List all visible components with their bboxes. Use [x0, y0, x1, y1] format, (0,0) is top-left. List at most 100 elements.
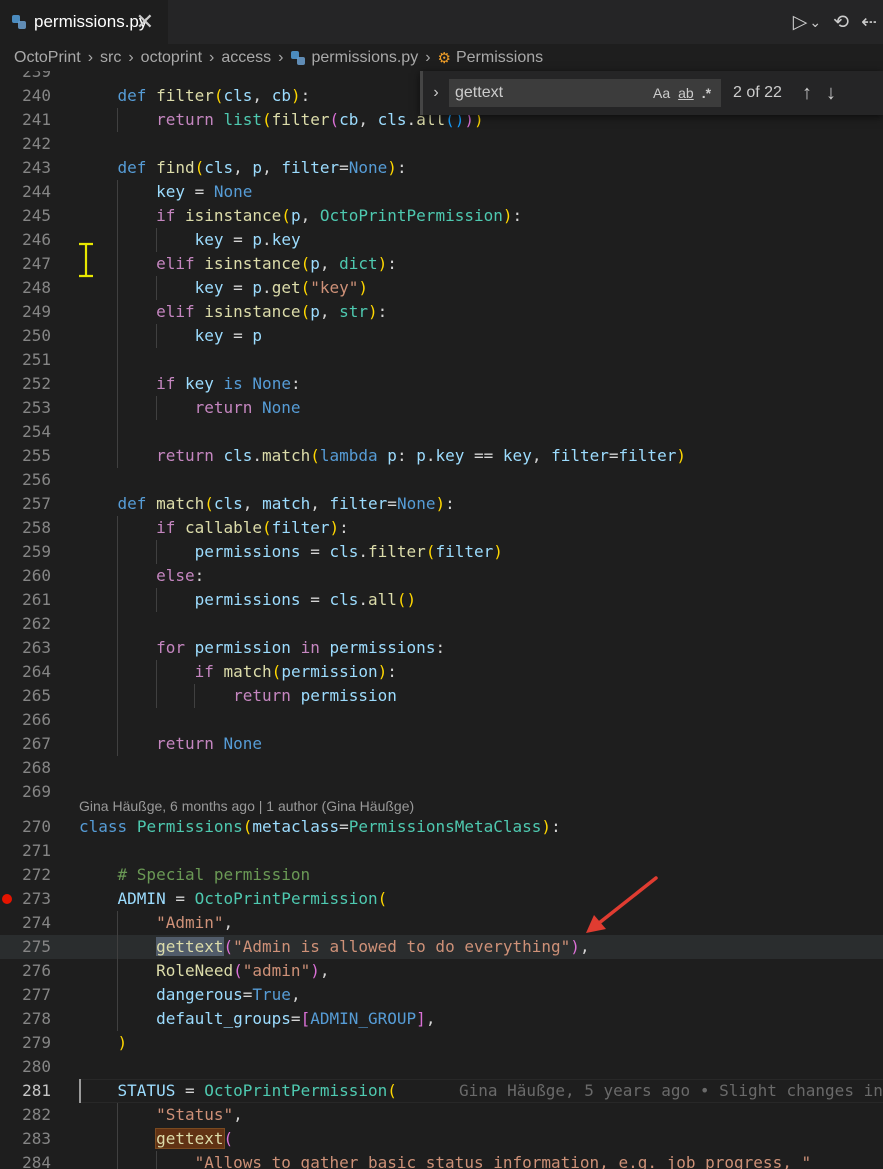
- regex-icon[interactable]: .*: [702, 85, 711, 101]
- code-text: if key is None:: [156, 374, 301, 393]
- code-line: 255 return cls.match(lambda p: p.key == …: [0, 444, 883, 468]
- code-line: 271: [0, 839, 883, 863]
- code-line: 262: [0, 612, 883, 636]
- line-number: 272: [22, 865, 51, 884]
- code-line: 265 return permission: [0, 684, 883, 708]
- code-text: # Special permission: [117, 865, 311, 884]
- code-line: 267 return None: [0, 732, 883, 756]
- code-text: key = None: [156, 182, 253, 201]
- code-text: key = p: [194, 326, 263, 345]
- chevron-right-icon: ›: [128, 48, 134, 66]
- match-case-icon[interactable]: Aa: [653, 85, 670, 101]
- close-icon[interactable]: ✕: [136, 9, 154, 35]
- toggle-replace-icon[interactable]: ›: [425, 84, 447, 102]
- line-number: 266: [22, 710, 51, 729]
- breadcrumb-octoprint[interactable]: OctoPrint: [14, 49, 81, 67]
- code-text: if isinstance(p, OctoPrintPermission):: [156, 206, 523, 225]
- line-number: 246: [22, 230, 51, 249]
- class-icon: ⚙: [437, 49, 451, 67]
- code-line: 250 key = p: [0, 324, 883, 348]
- code-line: 257 def match(cls, match, filter=None):: [0, 492, 883, 516]
- breadcrumb-permissions-py[interactable]: permissions.py: [312, 49, 419, 67]
- line-number: 259: [22, 542, 51, 561]
- line-number: 262: [22, 614, 51, 633]
- line-number: 260: [22, 566, 51, 585]
- match-whole-word-icon[interactable]: ab: [678, 85, 694, 101]
- breadcrumb-permissions-class[interactable]: Permissions: [456, 49, 543, 67]
- breadcrumb-access[interactable]: access: [221, 49, 271, 67]
- line-number: 271: [22, 841, 51, 860]
- code-text: "Status",: [156, 1105, 243, 1124]
- line-number: 274: [22, 913, 51, 932]
- code-line: 273 ADMIN = OctoPrintPermission(: [0, 887, 883, 911]
- go-back-icon[interactable]: ⇠: [861, 11, 877, 34]
- line-number: 243: [22, 158, 51, 177]
- line-number: 265: [22, 686, 51, 705]
- code-text: ): [117, 1033, 128, 1052]
- code-line: 274 "Admin",: [0, 911, 883, 935]
- code-text: "Allows to gather basic status informati…: [194, 1153, 812, 1169]
- run-icon[interactable]: ▷: [793, 11, 808, 34]
- line-number: 275: [22, 937, 51, 956]
- find-input-box: Aa ab .*: [449, 79, 721, 107]
- line-number: 273: [22, 889, 51, 908]
- code-line: 272 # Special permission: [0, 863, 883, 887]
- line-number: 263: [22, 638, 51, 657]
- code-line: 263 for permission in permissions:: [0, 636, 883, 660]
- line-number: 240: [22, 86, 51, 105]
- match-count: 2 of 22: [733, 84, 782, 101]
- code-text: dangerous=True,: [156, 985, 301, 1004]
- breadcrumb-octoprint-pkg[interactable]: octoprint: [141, 49, 202, 67]
- line-number: 270: [22, 817, 51, 836]
- code-line: 270 class Permissions(metaclass=Permissi…: [0, 815, 883, 839]
- chevron-right-icon: ›: [87, 48, 94, 66]
- python-file-icon: [12, 15, 26, 29]
- line-number: 247: [22, 254, 51, 273]
- code-line: 242: [0, 132, 883, 156]
- line-number: 255: [22, 446, 51, 465]
- code-line: 252 if key is None:: [0, 372, 883, 396]
- code-line: 251: [0, 348, 883, 372]
- line-number: 244: [22, 182, 51, 201]
- code-line: 248 key = p.get("key"): [0, 276, 883, 300]
- line-number: 253: [22, 398, 51, 417]
- code-line: 283 gettext(: [0, 1127, 883, 1151]
- annotation-arrow-icon: [586, 876, 658, 933]
- code-line: 282 "Status",: [0, 1103, 883, 1127]
- code-editor[interactable]: 239 240 def filter(cls, cb): 241 return …: [0, 71, 883, 1169]
- tab-permissions-py[interactable]: permissions.py ✕: [0, 0, 168, 44]
- find-widget: › Aa ab .* 2 of 22 ↑ ↓: [420, 71, 883, 115]
- code-text: RoleNeed("admin"),: [156, 961, 330, 980]
- code-line: 259 permissions = cls.filter(filter): [0, 540, 883, 564]
- code-text: if match(permission):: [194, 662, 397, 681]
- code-line: 258 if callable(filter):: [0, 516, 883, 540]
- line-number: 242: [22, 134, 51, 153]
- code-line: 266: [0, 708, 883, 732]
- line-number: 269: [22, 782, 51, 801]
- find-input[interactable]: [455, 84, 645, 102]
- line-number: 284: [22, 1153, 51, 1169]
- breadcrumb-src[interactable]: src: [100, 49, 121, 67]
- line-number: 258: [22, 518, 51, 537]
- previous-match-icon[interactable]: ↑: [802, 82, 812, 105]
- line-number: 257: [22, 494, 51, 513]
- code-line: 246 key = p.key: [0, 228, 883, 252]
- line-number: 256: [22, 470, 51, 489]
- code-line: 276 RoleNeed("admin"),: [0, 959, 883, 983]
- code-line: 277 dangerous=True,: [0, 983, 883, 1007]
- line-number: 278: [22, 1009, 51, 1028]
- line-number: 252: [22, 374, 51, 393]
- code-line: 268: [0, 756, 883, 780]
- code-line: 275 gettext("Admin is allowed to do ever…: [0, 935, 883, 959]
- code-text: key = p.get("key"): [194, 278, 369, 297]
- line-number: 249: [22, 302, 51, 321]
- timeline-icon[interactable]: ⟲: [833, 11, 849, 34]
- line-number: 281: [22, 1081, 51, 1100]
- next-match-icon[interactable]: ↓: [826, 82, 836, 105]
- chevron-down-icon[interactable]: ⌄: [809, 14, 821, 31]
- code-line: 249 elif isinstance(p, str):: [0, 300, 883, 324]
- line-number: 267: [22, 734, 51, 753]
- code-text: permissions = cls.all(): [194, 590, 417, 609]
- code-text: gettext("Admin is allowed to do everythi…: [156, 937, 590, 956]
- line-number: 268: [22, 758, 51, 777]
